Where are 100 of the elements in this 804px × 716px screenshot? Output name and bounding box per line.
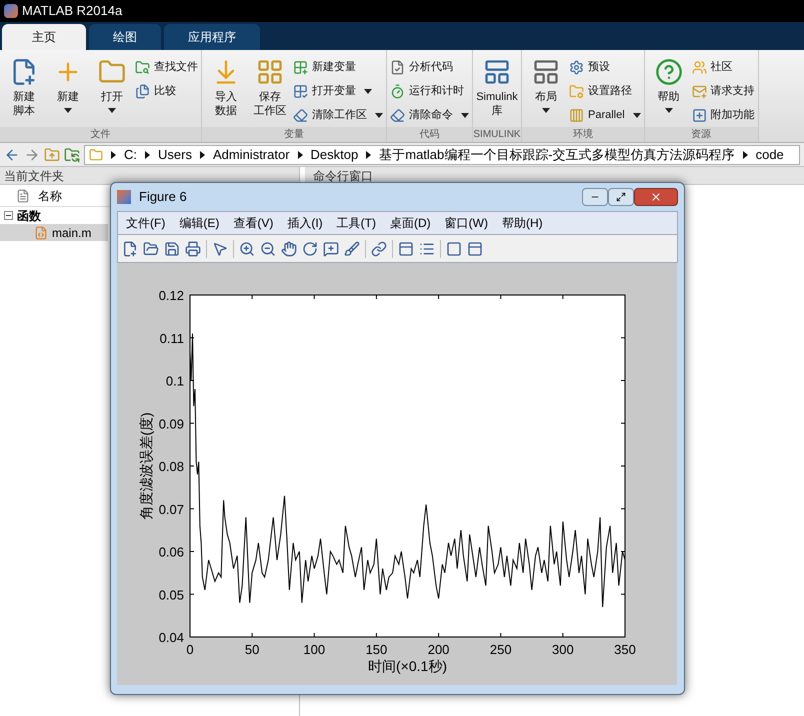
path-segment[interactable]: Users (158, 146, 192, 164)
folder-icon[interactable] (143, 240, 159, 256)
panel-title: 当前文件夹 (4, 168, 64, 184)
tick-label: 100 (303, 642, 326, 657)
folder-icon (89, 148, 103, 162)
separator-icon (366, 150, 372, 158)
blocks-icon (483, 58, 511, 86)
rotate-icon[interactable] (302, 240, 318, 256)
ribbon-button[interactable]: 新建 (47, 54, 89, 127)
files-icon (135, 84, 150, 99)
ribbon-button[interactable]: 分析代码 (390, 58, 469, 77)
app-logo-icon (117, 190, 131, 204)
grid-check-icon (293, 84, 308, 99)
maximize-icon (616, 192, 626, 202)
ribbon-button[interactable]: 布局 (525, 54, 567, 127)
close-button[interactable] (634, 188, 678, 206)
pointer-icon[interactable] (212, 240, 228, 256)
ribbon-button[interactable]: 导入 数据 (205, 54, 247, 127)
tick-label: 0.08 (158, 459, 184, 474)
path-segment[interactable]: C: (124, 146, 137, 164)
ribbon-button[interactable]: Parallel (569, 106, 641, 125)
menu-item[interactable]: 查看(V) (233, 214, 274, 232)
settings-icon (569, 60, 584, 75)
ribbon-button[interactable]: 请求支持 (692, 82, 755, 101)
ribbon-button[interactable]: 清除工作区 (293, 106, 383, 125)
eraser-icon (390, 108, 405, 123)
tick-label: 0 (186, 642, 194, 657)
separator-icon (200, 150, 205, 158)
browse-folder-icon[interactable] (64, 146, 80, 162)
colorbar-icon[interactable] (398, 240, 414, 256)
ribbon-button[interactable]: 社区 (692, 58, 755, 77)
forward-icon[interactable] (24, 146, 40, 162)
path-segment[interactable]: Administrator (212, 146, 290, 164)
ribbon-button[interactable]: 打开变量 (293, 82, 383, 101)
panel-icon[interactable] (467, 240, 483, 256)
ribbon-button[interactable]: 打开 (91, 54, 133, 127)
zoom-out-icon[interactable] (260, 240, 276, 256)
columns-icon (569, 108, 584, 123)
ribbon-button[interactable]: 清除命令 (390, 106, 469, 125)
data-cursor-icon[interactable] (323, 240, 339, 256)
ribbon-button[interactable]: 帮助 (648, 54, 690, 127)
new-file-icon[interactable] (122, 240, 138, 256)
x-axis-label: 时间(×0.1秒) (368, 658, 447, 674)
grid-icon (256, 58, 284, 86)
ribbon-button[interactable]: 运行和计时 (390, 82, 469, 101)
separator-icon (145, 150, 150, 158)
folder-gear-icon (569, 84, 584, 99)
ribbon-button[interactable]: 新建 脚本 (3, 54, 45, 127)
link-icon[interactable] (371, 240, 387, 256)
menu-item[interactable]: 工具(T) (336, 214, 376, 232)
collapse-icon[interactable] (4, 211, 13, 220)
group-label: 环境 (522, 127, 644, 142)
path-segment[interactable]: Desktop (310, 146, 358, 164)
legend-icon[interactable] (419, 240, 435, 256)
ribbon-tab[interactable]: 绘图 (89, 24, 161, 50)
brush-icon[interactable] (344, 240, 360, 256)
menu-item[interactable]: 帮助(H) (502, 214, 543, 232)
hand-icon[interactable] (281, 240, 297, 256)
zoom-in-icon[interactable] (239, 240, 255, 256)
tick-label: 0.1 (166, 374, 184, 388)
ribbon-button[interactable]: 比较 (135, 82, 198, 101)
tick-label: 0.06 (158, 544, 184, 560)
ribbon-button[interactable]: 新建变量 (293, 58, 383, 77)
ribbon-button[interactable]: 设置路径 (569, 82, 641, 101)
back-icon[interactable] (4, 146, 20, 162)
eraser-icon (293, 108, 308, 123)
ribbon-button[interactable]: 查找文件 (135, 58, 198, 77)
ribbon-button[interactable]: 附加功能 (692, 106, 755, 125)
ribbon-tab[interactable]: 应用程序 (164, 24, 260, 50)
tree-item[interactable]: 函数 (0, 207, 108, 224)
column-header[interactable]: 名称 (38, 186, 62, 204)
ribbon-tab[interactable]: 主页 (2, 24, 86, 50)
save-icon[interactable] (164, 240, 180, 256)
menu-item[interactable]: 编辑(E) (179, 214, 220, 232)
tick-label: 0.04 (158, 630, 184, 645)
menu-item[interactable]: 桌面(D) (390, 214, 431, 232)
ribbon-button[interactable]: 预设 (569, 58, 641, 77)
separator-icon (742, 150, 748, 158)
group-label: SIMULINK (473, 127, 521, 142)
plus-icon (692, 108, 707, 123)
menu-item[interactable]: 文件(F) (126, 214, 166, 232)
path-segment[interactable]: 基于matlab编程一个目标跟踪-交互式多模型仿真方法源码程序 (379, 146, 735, 164)
menu-item[interactable]: 插入(I) (287, 214, 323, 232)
maximize-button[interactable] (608, 188, 634, 206)
tick-label: 350 (614, 642, 636, 657)
tick-label: 250 (490, 642, 512, 657)
grid-plus-icon (293, 60, 308, 75)
group-label: 资源 (644, 127, 758, 142)
help-icon (654, 58, 683, 86)
square-icon[interactable] (446, 240, 462, 256)
tick-label: 150 (366, 642, 388, 657)
menu-item[interactable]: 窗口(W) (444, 214, 488, 232)
print-icon[interactable] (185, 240, 201, 256)
address-field[interactable]: C: Users Administrator Desktop 基于matlab编程一个目标跟踪-交互式多模型仿真方法源码程序 code (84, 144, 800, 164)
path-segment[interactable]: code (756, 146, 784, 164)
window-title: Figure 6 (139, 188, 188, 206)
ribbon-button[interactable]: Simulink 库 (476, 54, 518, 127)
tree-item[interactable]: main.m (0, 224, 108, 241)
ribbon-button[interactable]: 保存 工作区 (249, 54, 291, 127)
separator-icon (111, 150, 116, 158)
